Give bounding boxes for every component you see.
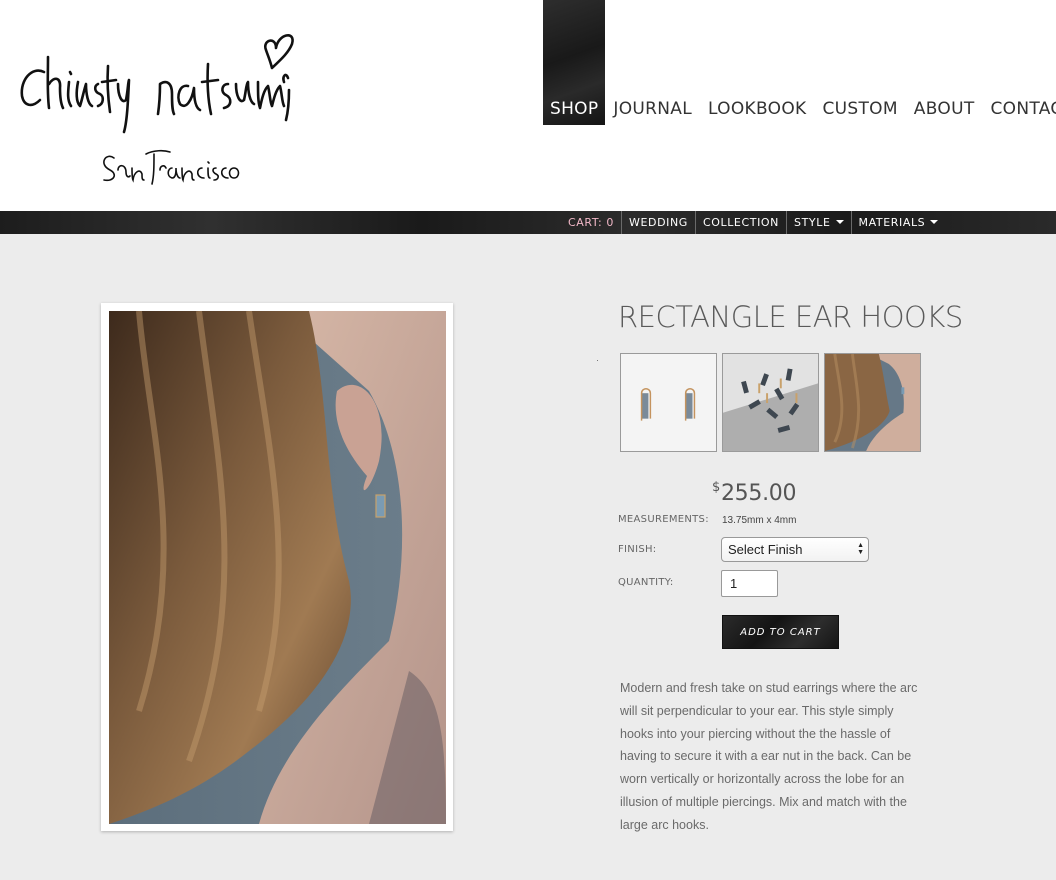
subnav-materials[interactable]: MATERIALS [852,211,946,234]
cart-link[interactable]: CART: 0 [561,211,622,234]
shop-subnav: CART: 0 WEDDING COLLECTION STYLE MATERIA… [561,211,945,234]
signature-logo-icon [20,34,294,185]
caret-down-icon [835,220,844,224]
quantity-input[interactable]: 1 [721,570,778,597]
caret-down-icon [930,220,939,224]
product-main-image-frame [101,303,453,831]
measurements-label: MEASUREMENTS: [618,514,709,525]
add-to-cart-button[interactable]: ADD TO CART [722,615,839,649]
measurements-value: 13.75mm x 4mm [722,515,797,526]
site-header: SHOP JOURNAL LOOKBOOK CUSTOM ABOUT CONTA… [0,0,1056,211]
brand-logo[interactable] [14,22,304,192]
select-arrows-icon: ▲ ▼ [857,542,864,556]
subnav-collection[interactable]: COLLECTION [696,211,788,234]
finish-label: FINISH: [618,544,657,555]
nav-shop[interactable]: SHOP [543,0,606,125]
thumbnail-3[interactable] [824,353,921,452]
product-thumbnails [620,353,921,452]
price-amount: 255.00 [720,481,797,506]
finish-select-value: Select Finish [728,542,803,557]
finish-select[interactable]: Select Finish ▲ ▼ [721,537,869,562]
thumbnail-2[interactable] [722,353,819,452]
nav-about[interactable]: ABOUT [906,101,983,125]
product-title: RECTANGLE EAR HOOKS [618,300,963,334]
main-navigation: SHOP JOURNAL LOOKBOOK CUSTOM ABOUT CONTA… [543,0,1056,125]
subnav-style-label: STYLE [794,216,831,229]
thumbnail-1[interactable] [620,353,717,452]
nav-lookbook[interactable]: LOOKBOOK [700,101,814,125]
nav-contact[interactable]: CONTACT [983,101,1056,125]
shop-subnav-bar: CART: 0 WEDDING COLLECTION STYLE MATERIA… [0,211,1056,234]
product-main-image[interactable] [109,311,446,824]
subnav-wedding[interactable]: WEDDING [622,211,696,234]
product-price: $255.00 [712,480,796,506]
nav-custom[interactable]: CUSTOM [814,101,905,125]
quantity-label: QUANTITY: [618,577,674,588]
subnav-materials-label: MATERIALS [858,216,926,229]
product-description: Modern and fresh take on stud earrings w… [620,681,918,832]
subnav-style[interactable]: STYLE [787,211,852,234]
nav-journal[interactable]: JOURNAL [605,101,700,125]
decorative-dot [597,360,598,361]
price-currency: $ [712,480,720,495]
